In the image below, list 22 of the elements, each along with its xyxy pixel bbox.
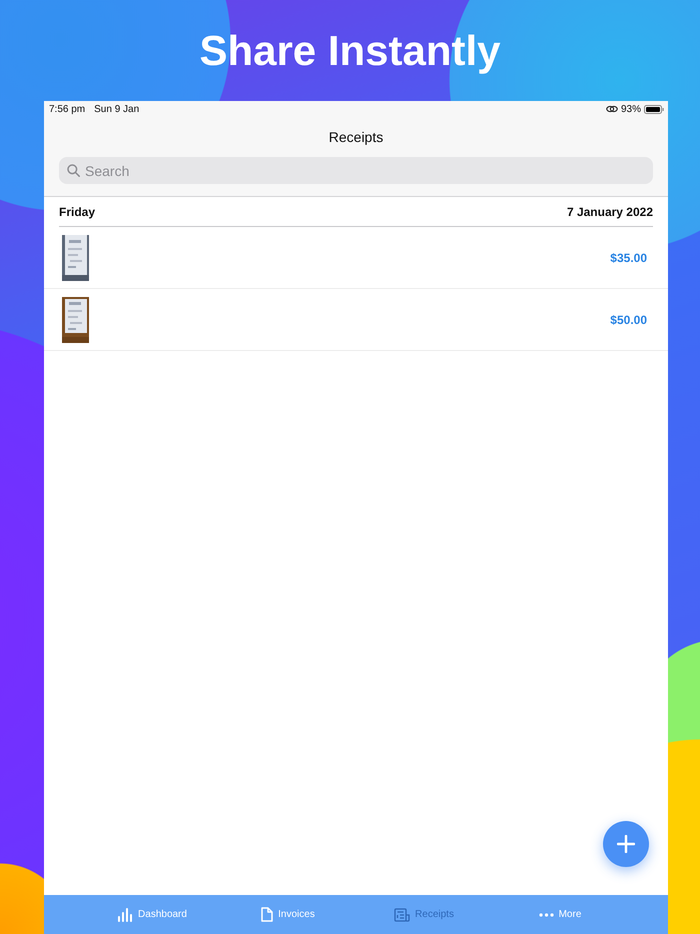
screen-title: Receipts [328,129,384,147]
status-time: 7:56 pm [49,104,86,114]
tab[interactable]: Dashboard [84,895,220,934]
receipt-icon [394,908,410,922]
search-field[interactable]: Search [59,157,653,184]
status-date: Sun 9 Jan [94,104,140,114]
receipt-row[interactable]: $35.00 [44,227,668,289]
tab[interactable]: Invoices [220,895,356,934]
section-date: 7 January 2022 [566,204,653,218]
battery-percent: 93% [620,104,641,114]
bar-chart-icon [117,908,134,922]
plus-icon [617,835,635,853]
receipt-row[interactable]: $50.00 [44,289,668,351]
tab[interactable]: Receipts [356,895,492,934]
more-icon [538,912,554,916]
add-button[interactable] [603,821,649,867]
tab[interactable]: More [492,895,628,934]
link-icon [606,105,618,113]
section-day: Friday [59,204,96,218]
document-icon [261,907,274,922]
headline: Share Instantly [199,28,501,74]
battery-icon [644,104,664,114]
